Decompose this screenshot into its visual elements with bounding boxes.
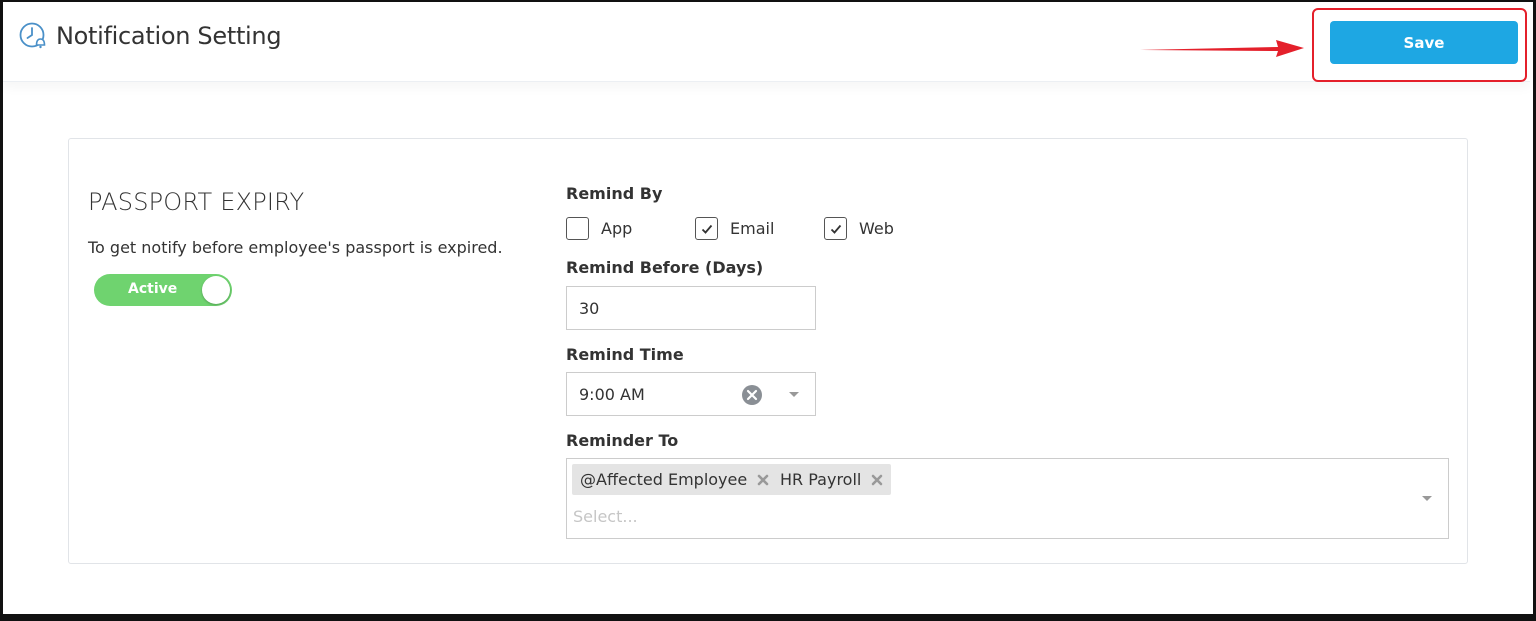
page-title: Notification Setting <box>56 22 282 50</box>
reminder-to-multiselect[interactable]: @Affected Employee HR Payroll Select... <box>566 458 1449 539</box>
email-checkbox[interactable] <box>695 217 718 240</box>
recipient-tag-label: HR Payroll <box>780 470 862 489</box>
chevron-down-icon[interactable] <box>789 392 799 397</box>
app-checkbox[interactable] <box>566 217 589 240</box>
recipient-tag-label: @Affected Employee <box>580 470 748 489</box>
remind-time-select[interactable]: 9:00 AM <box>566 372 816 416</box>
recipient-tag: @Affected Employee <box>572 464 778 495</box>
checkbox-app[interactable]: App <box>566 217 632 240</box>
section-title: PASSPORT EXPIRY <box>88 188 305 216</box>
reminder-to-label: Reminder To <box>566 431 679 450</box>
remind-before-label: Remind Before (Days) <box>566 258 764 277</box>
checkbox-label-app: App <box>601 219 633 238</box>
recipient-tag: HR Payroll <box>772 464 892 495</box>
remind-time-value: 9:00 AM <box>579 385 645 404</box>
remind-by-label: Remind By <box>566 184 663 203</box>
chevron-down-icon[interactable] <box>1422 496 1432 501</box>
remind-before-input[interactable]: 30 <box>566 286 816 330</box>
toggle-knob <box>202 276 230 304</box>
remind-time-label: Remind Time <box>566 345 684 364</box>
checkbox-email[interactable]: Email <box>695 217 774 240</box>
clear-icon[interactable] <box>741 384 763 406</box>
toggle-label: Active <box>128 281 178 297</box>
remove-tag-icon[interactable] <box>757 474 769 486</box>
checkbox-label-email: Email <box>730 219 775 238</box>
multiselect-placeholder: Select... <box>573 507 638 526</box>
save-button[interactable]: Save <box>1330 21 1518 64</box>
active-toggle[interactable]: Active <box>94 274 232 306</box>
annotation-arrow <box>1140 40 1304 57</box>
checkbox-label-web: Web <box>859 219 894 238</box>
checkmark-icon <box>701 224 712 234</box>
web-checkbox[interactable] <box>824 217 847 240</box>
section-description: To get notify before employee's passport… <box>88 238 503 257</box>
checkbox-web[interactable]: Web <box>824 217 894 240</box>
clock-bell-icon <box>19 22 46 49</box>
checkmark-icon <box>830 224 841 234</box>
remove-tag-icon[interactable] <box>871 474 883 486</box>
